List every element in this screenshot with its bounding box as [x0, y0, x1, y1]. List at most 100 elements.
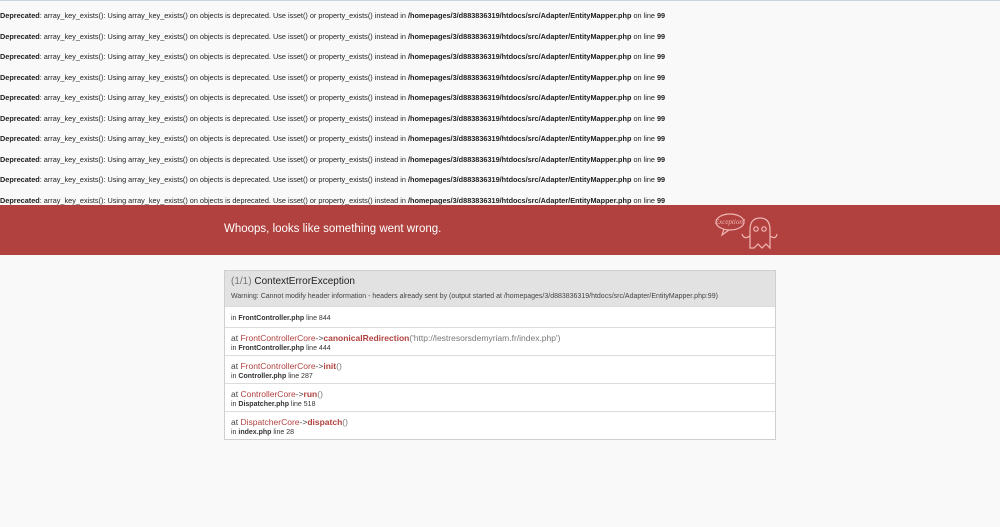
deprecation-file: /homepages/3/d883836319/htdocs/src/Adapt…: [407, 31, 632, 41]
trace-line-word: line: [304, 315, 319, 322]
trace-location: in index.php line 28: [231, 429, 769, 436]
trace-args: (): [317, 389, 323, 399]
trace-file: Dispatcher.php: [238, 401, 289, 408]
exception-class: ContextErrorException: [254, 276, 355, 287]
trace-line: 518: [303, 401, 316, 408]
deprecation-line: 99: [657, 134, 666, 143]
trace-file: FrontController.php: [238, 315, 305, 322]
trace-class: DispatcherCore: [240, 417, 300, 427]
trace-file: Controller.php: [238, 373, 287, 380]
trace-function: run: [303, 389, 318, 399]
deprecation-message: : array_key_exists(): Using array_key_ex…: [39, 93, 408, 102]
deprecation-on-line: on line: [631, 134, 657, 143]
deprecation-notices: Deprecated: array_key_exists(): Using ar…: [0, 10, 1000, 215]
deprecation-on-line: on line: [631, 31, 657, 41]
trace-file: FrontController.php: [238, 345, 305, 352]
trace-class: ControllerCore: [240, 389, 296, 399]
trace-call: at DispatcherCore->dispatch(): [231, 417, 769, 427]
deprecation-on-line: on line: [631, 175, 657, 184]
deprecation-on-line: on line: [631, 195, 657, 205]
deprecation-file: /homepages/3/d883836319/htdocs/src/Adapt…: [407, 134, 632, 143]
deprecation-on-line: on line: [631, 52, 657, 61]
trace-line-word: line: [286, 373, 302, 380]
trace-location: in FrontController.php line 844: [231, 315, 769, 322]
deprecation-on-line: on line: [631, 11, 657, 20]
top-rule: [0, 0, 1000, 1]
logo-caption: Exception!: [714, 218, 746, 226]
trace-args: (): [342, 417, 348, 427]
deprecation-label: Deprecated: [0, 175, 40, 184]
exception-counter: (1/1): [231, 276, 252, 287]
trace-item: at FrontControllerCore->init() in Contro…: [225, 355, 775, 383]
deprecation-line: 99: [657, 52, 666, 61]
trace-line-word: line: [304, 345, 319, 352]
trace-args: ('http://lestresorsdemyriam.fr/index.php…: [409, 333, 561, 343]
deprecation-notice: Deprecated: array_key_exists(): Using ar…: [0, 133, 1000, 154]
deprecation-notice: Deprecated: array_key_exists(): Using ar…: [0, 154, 1000, 175]
deprecation-message: : array_key_exists(): Using array_key_ex…: [39, 113, 408, 123]
trace-call: at FrontControllerCore->init(): [231, 361, 769, 371]
deprecation-message: : array_key_exists(): Using array_key_ex…: [39, 195, 408, 205]
deprecation-notice: Deprecated: array_key_exists(): Using ar…: [0, 174, 1000, 195]
deprecation-line: 99: [657, 175, 666, 184]
trace-item: at DispatcherCore->dispatch() in index.p…: [225, 411, 775, 439]
deprecation-on-line: on line: [631, 113, 657, 123]
trace-call: at ControllerCore->run(): [231, 389, 769, 399]
deprecation-message: : array_key_exists(): Using array_key_ex…: [39, 31, 408, 41]
trace-line: 28: [286, 429, 295, 436]
deprecation-file: /homepages/3/d883836319/htdocs/src/Adapt…: [407, 52, 632, 61]
deprecation-line: 99: [657, 154, 666, 164]
deprecation-message: : array_key_exists(): Using array_key_ex…: [39, 134, 408, 143]
deprecation-on-line: on line: [631, 154, 657, 164]
deprecation-notice: Deprecated: array_key_exists(): Using ar…: [0, 72, 1000, 93]
deprecation-file: /homepages/3/d883836319/htdocs/src/Adapt…: [407, 195, 632, 205]
trace-call: at FrontControllerCore->canonicalRedirec…: [231, 333, 769, 343]
deprecation-notice: Deprecated: array_key_exists(): Using ar…: [0, 31, 1000, 52]
deprecation-notice: Deprecated: array_key_exists(): Using ar…: [0, 51, 1000, 72]
deprecation-message: : array_key_exists(): Using array_key_ex…: [39, 154, 408, 164]
deprecation-notice: Deprecated: array_key_exists(): Using ar…: [0, 113, 1000, 134]
exception-title: (1/1) ContextErrorException: [231, 276, 769, 287]
deprecation-file: /homepages/3/d883836319/htdocs/src/Adapt…: [407, 11, 632, 20]
trace-line: 844: [318, 315, 331, 322]
trace-class: FrontControllerCore: [240, 361, 316, 371]
error-header: Whoops, looks like something went wrong.…: [0, 205, 1000, 255]
deprecation-file: /homepages/3/d883836319/htdocs/src/Adapt…: [407, 93, 632, 102]
trace-line-word: line: [288, 401, 304, 408]
deprecation-file: /homepages/3/d883836319/htdocs/src/Adapt…: [407, 113, 632, 123]
trace-location: in Dispatcher.php line 518: [231, 401, 769, 408]
deprecation-file: /homepages/3/d883836319/htdocs/src/Adapt…: [407, 72, 632, 82]
deprecation-message: : array_key_exists(): Using array_key_ex…: [39, 52, 408, 61]
deprecation-message: : array_key_exists(): Using array_key_ex…: [39, 175, 408, 184]
exception-header: (1/1) ContextErrorException Warning: Can…: [225, 271, 775, 306]
deprecation-file: /homepages/3/d883836319/htdocs/src/Adapt…: [407, 175, 632, 184]
deprecation-on-line: on line: [631, 72, 657, 82]
deprecation-label: Deprecated: [0, 154, 40, 164]
trace-file: index.php: [238, 429, 272, 436]
deprecation-label: Deprecated: [0, 195, 40, 205]
deprecation-line: 99: [657, 93, 666, 102]
trace-args: (): [336, 361, 342, 371]
deprecation-line: 99: [657, 195, 666, 205]
trace-function: canonicalRedirection: [323, 333, 410, 343]
deprecation-label: Deprecated: [0, 72, 40, 82]
deprecation-line: 99: [657, 31, 666, 41]
trace-arrow: ->: [295, 389, 304, 399]
trace-function: init: [323, 361, 337, 371]
trace-line: 287: [301, 373, 313, 380]
trace-function: dispatch: [307, 417, 343, 427]
deprecation-message: : array_key_exists(): Using array_key_ex…: [39, 11, 408, 20]
exception-panel: (1/1) ContextErrorException Warning: Can…: [224, 270, 776, 440]
deprecation-label: Deprecated: [0, 52, 40, 61]
deprecation-line: 99: [657, 72, 666, 82]
deprecation-on-line: on line: [631, 93, 657, 102]
trace-line-word: line: [271, 429, 287, 436]
deprecation-file: /homepages/3/d883836319/htdocs/src/Adapt…: [407, 154, 632, 164]
ghost-mascot-icon: Exception!: [714, 213, 778, 250]
trace-class: FrontControllerCore: [240, 333, 316, 343]
deprecation-label: Deprecated: [0, 31, 40, 41]
trace-item: in FrontController.php line 844: [225, 306, 775, 327]
deprecation-line: 99: [657, 113, 666, 123]
deprecation-notice: Deprecated: array_key_exists(): Using ar…: [0, 10, 1000, 31]
trace-location: in Controller.php line 287: [231, 373, 769, 380]
